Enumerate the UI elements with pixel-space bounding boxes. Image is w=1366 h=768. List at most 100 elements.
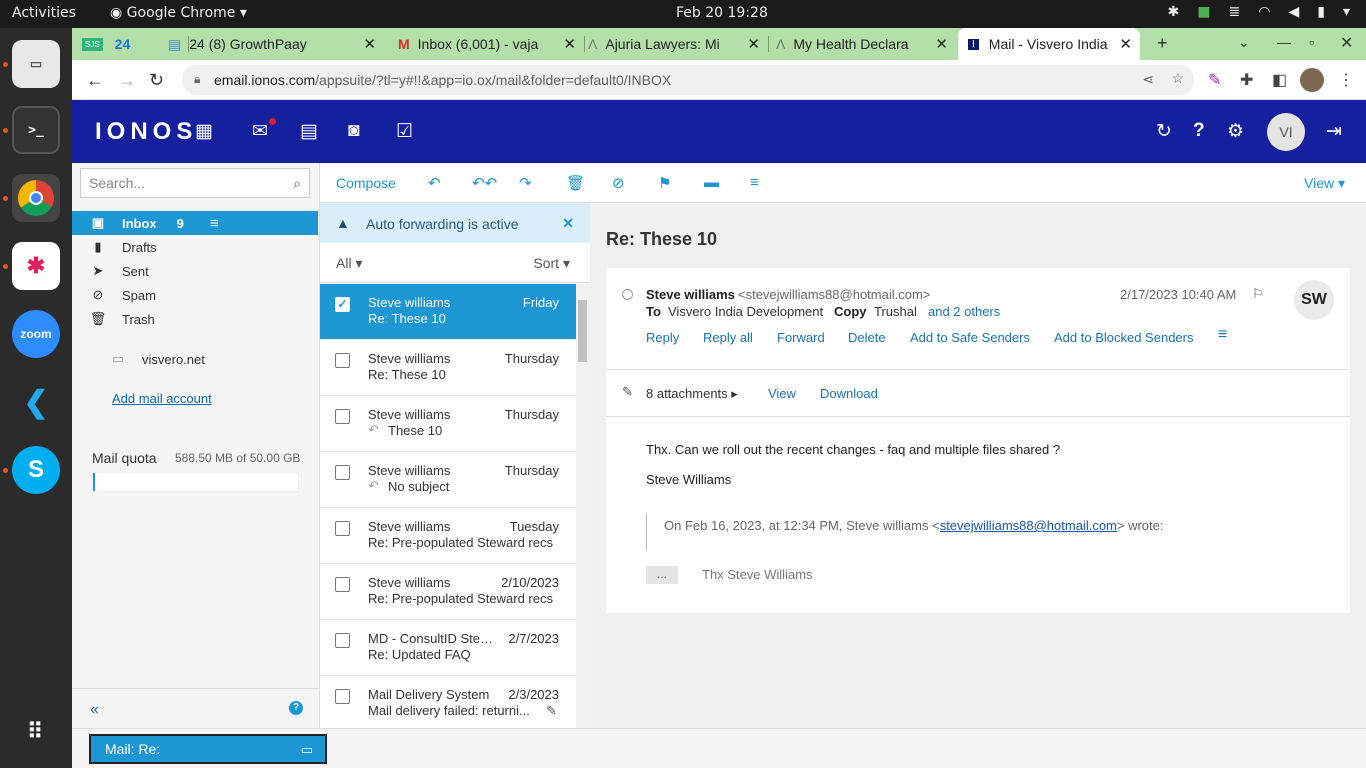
wifi-icon[interactable]: ◠	[1258, 4, 1270, 20]
quote-email-link[interactable]: stevejwilliams88@hotmail.com	[940, 518, 1117, 533]
logout-icon[interactable]: ⇥	[1326, 120, 1342, 143]
forward-icon[interactable]: ↷	[519, 174, 532, 192]
profile-avatar[interactable]	[1300, 68, 1324, 92]
close-tab-icon[interactable]: ✕	[355, 35, 384, 53]
sender-email[interactable]: <stevejwilliams88@hotmail.com>	[738, 287, 930, 302]
sender-name[interactable]: Steve williams	[646, 287, 735, 302]
tab-2[interactable]: ▤ 24 (8) GrowthPaay ✕	[168, 28, 384, 60]
archive-icon[interactable]: ▬	[704, 174, 719, 191]
minimize-icon[interactable]: —	[1277, 34, 1291, 50]
zoom-icon[interactable]: zoom	[12, 310, 60, 358]
sort-dropdown[interactable]: Sort ▾	[533, 255, 570, 272]
folder-spam[interactable]: ⊘ Spam	[72, 283, 318, 307]
others-link[interactable]: and 2 others	[928, 304, 1000, 319]
checkbox-checked[interactable]: ✓	[335, 297, 350, 312]
close-tab-icon[interactable]: ✕	[555, 35, 584, 53]
user-avatar[interactable]: VI	[1267, 113, 1305, 151]
bookmark-star-icon[interactable]: ☆	[1171, 70, 1184, 87]
block-icon[interactable]: ⊘	[612, 174, 625, 192]
close-notice-icon[interactable]: ✕	[562, 215, 574, 232]
reply-icon[interactable]: ↶	[428, 174, 441, 192]
tab-3[interactable]: M Inbox (6,001) - vaja ✕	[398, 28, 584, 60]
url-input[interactable]: 🔒︎ email.ionos.com/appsuite/?tl=y#!!&app…	[182, 65, 1194, 95]
folder-visvero[interactable]: ▭ visvero.net	[72, 347, 318, 371]
chrome-menu-icon[interactable]: ⋮	[1338, 70, 1354, 90]
add-mail-account-link[interactable]: Add mail account	[112, 391, 212, 406]
checkbox[interactable]	[335, 633, 350, 648]
attachments-toggle[interactable]: 8 attachments ▸	[646, 386, 738, 402]
checkbox[interactable]	[335, 353, 350, 368]
files-icon[interactable]: ▭	[12, 40, 60, 88]
calendar-icon[interactable]: ▤	[300, 120, 318, 143]
view-attachments-link[interactable]: View	[768, 386, 796, 401]
new-tab-icon[interactable]: +	[1157, 33, 1168, 54]
scrollbar-thumb[interactable]	[578, 300, 587, 362]
folder-trash[interactable]: 🗑︎ Trash	[72, 307, 318, 331]
message-row[interactable]: Steve williams 2/10/2023 Re: Pre-populated…	[320, 564, 576, 620]
reply-link[interactable]: Reply	[646, 330, 679, 345]
side-panel-icon[interactable]: ◧	[1272, 70, 1287, 90]
folder-sent[interactable]: ➤ Sent	[72, 259, 318, 283]
checkbox[interactable]	[335, 521, 350, 536]
message-row[interactable]: Steve williams Thursday No subject ↶	[320, 452, 576, 508]
checkbox[interactable]	[335, 465, 350, 480]
message-row[interactable]: Steve williams Thursday These 10 ↶	[320, 396, 576, 452]
tab-5[interactable]: Λ My Health Declara ✕	[776, 28, 956, 60]
add-blocked-senders-link[interactable]: Add to Blocked Senders	[1054, 330, 1193, 345]
app-menu[interactable]: ◉ Google Chrome ▾	[110, 5, 247, 21]
checkbox[interactable]	[335, 409, 350, 424]
message-row[interactable]: Mail Delivery System 2/3/2023 Mail deliver…	[320, 676, 576, 728]
more-actions-icon[interactable]: ≡	[1218, 326, 1227, 344]
delete-icon[interactable]: 🗑︎	[566, 174, 585, 192]
close-tab-icon[interactable]: ✕	[1111, 35, 1140, 53]
list-scrollbar[interactable]	[576, 284, 590, 728]
app-launcher-icon[interactable]: ▦	[195, 120, 213, 143]
more-menu-icon[interactable]: ≡	[750, 174, 759, 191]
refresh-icon[interactable]: ↻	[1156, 120, 1172, 143]
collapse-icon[interactable]: «	[90, 701, 99, 719]
reload-icon[interactable]: ↻	[149, 70, 164, 91]
volume-icon[interactable]: ◀	[1288, 4, 1299, 20]
folder-inbox[interactable]: ▣ Inbox 9 ≡	[72, 211, 318, 235]
help-circle-icon[interactable]: ?	[289, 701, 303, 715]
message-row[interactable]: Steve williams Thursday Re: These 10	[320, 340, 576, 396]
message-row[interactable]: ✓ Steve williams Friday Re: These 10	[320, 284, 576, 340]
tab-4[interactable]: Λ Ajuria Lawyers: Mi ✕	[588, 28, 768, 60]
slack-icon[interactable]: ✱	[12, 242, 60, 290]
filter-all-dropdown[interactable]: All ▾	[336, 255, 362, 272]
chrome-dock-icon[interactable]	[12, 174, 60, 222]
clock[interactable]: Feb 20 19:28	[676, 5, 768, 21]
check-tray-icon[interactable]: ■	[1197, 4, 1210, 20]
vscode-icon[interactable]: ❮	[12, 378, 60, 426]
maximize-icon[interactable]: ▫	[1309, 34, 1314, 50]
forward-icon[interactable]: →	[118, 70, 136, 91]
close-tab-icon[interactable]: ✕	[927, 35, 956, 53]
search-icon[interactable]: ⌕	[293, 175, 301, 192]
bookmark-icon[interactable]: ⚐	[1252, 286, 1264, 302]
forward-link[interactable]: Forward	[777, 330, 825, 345]
view-dropdown[interactable]: View ▾	[1304, 175, 1345, 192]
extension-feather-icon[interactable]: ✎	[1208, 70, 1221, 90]
battery-icon[interactable]: ▮	[1317, 4, 1325, 20]
message-row[interactable]: MD - ConsultID Step... 2/7/2023 Re: Update…	[320, 620, 576, 676]
help-icon[interactable]: ?	[1193, 120, 1205, 142]
message-row[interactable]: Steve williams Tuesday Re: Pre-populated S…	[320, 508, 576, 564]
close-window-icon[interactable]: ✕	[1340, 33, 1353, 53]
activities-button[interactable]: Activities	[12, 5, 76, 21]
back-icon[interactable]: ←	[86, 70, 104, 91]
docker-tray-icon[interactable]: ≣	[1229, 4, 1241, 20]
settings-gear-icon[interactable]: ⚙	[1227, 120, 1244, 143]
compose-button[interactable]: Compose	[336, 175, 396, 191]
to-recipient[interactable]: Visvero India Development	[668, 304, 823, 319]
app-grid-icon[interactable]: ⠿	[12, 708, 60, 756]
copy-recipient[interactable]: Trushal	[874, 304, 917, 319]
unread-toggle-icon[interactable]	[622, 289, 633, 300]
terminal-icon[interactable]: >_	[12, 106, 60, 154]
add-safe-senders-link[interactable]: Add to Safe Senders	[910, 330, 1030, 345]
search-input[interactable]: Search... ⌕	[80, 168, 310, 198]
flag-icon[interactable]: ⚑	[658, 174, 671, 192]
close-tab-icon[interactable]: ✕	[739, 35, 768, 53]
folder-drafts[interactable]: ▮ Drafts	[72, 235, 318, 259]
minimized-mail-task[interactable]: Mail: Re: ▭	[89, 734, 327, 764]
checkbox[interactable]	[335, 577, 350, 592]
